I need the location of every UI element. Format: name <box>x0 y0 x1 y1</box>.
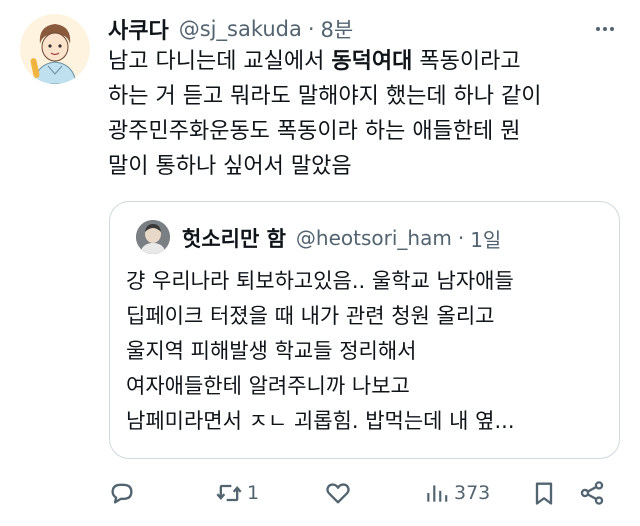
author-handle[interactable]: @sj_sakuda <box>179 17 302 41</box>
quoted-author-avatar <box>136 220 170 254</box>
quoted-separator: · <box>457 226 465 250</box>
quoted-author-handle: @heotsori_ham <box>295 226 452 250</box>
share-button[interactable] <box>578 470 606 516</box>
reply-button[interactable] <box>108 470 136 516</box>
tweet: 사쿠다 @sj_sakuda · 8분 남고 다니는데 교실에서 동덕여대 폭동… <box>0 0 640 526</box>
bookmark-button[interactable] <box>530 470 558 516</box>
retweet-icon <box>216 484 242 502</box>
tweet-timestamp[interactable]: 8분 <box>321 14 354 44</box>
quoted-author-name: 헛소리만 함 <box>182 227 286 251</box>
header-separator: · <box>307 17 315 41</box>
author-avatar[interactable] <box>20 14 90 84</box>
retweet-button[interactable]: 1 <box>215 470 259 516</box>
like-icon <box>326 483 350 504</box>
more-icon <box>596 27 614 31</box>
share-icon <box>580 481 604 505</box>
quoted-tweet-text: 걍 우리나라 퇴보하고있음.. 울학교 남자애들 딥페이크 터졌을 때 내가 관… <box>126 269 515 433</box>
views-count: 373 <box>454 482 491 504</box>
more-options-button[interactable] <box>592 16 618 42</box>
bookmark-icon <box>535 482 553 505</box>
action-bar: 1 373 <box>0 470 640 516</box>
views-button[interactable]: 373 <box>424 470 490 516</box>
reply-icon <box>111 483 133 504</box>
tweet-text: 남고 다니는데 교실에서 동덕여대 폭동이라고 하는 거 듣고 뭐라도 말해야지… <box>108 44 628 184</box>
tweet-text-part-1: 남고 다니는데 교실에서 <box>108 49 332 74</box>
author-name[interactable]: 사쿠다 <box>108 13 169 45</box>
tweet-header: 사쿠다 @sj_sakuda · 8분 <box>108 12 353 46</box>
like-button[interactable] <box>324 470 352 516</box>
retweet-count: 1 <box>247 482 260 504</box>
quoted-timestamp: 1일 <box>470 227 502 252</box>
quoted-tweet[interactable]: 헛소리만 함 @heotsori_ham · 1일 걍 우리나라 퇴보하고있음.… <box>109 201 620 459</box>
tweet-text-highlight: 동덕여대 <box>331 49 413 74</box>
views-icon <box>427 485 448 502</box>
quoted-header: 헛소리만 함 @heotsori_ham · 1일 <box>182 220 501 256</box>
